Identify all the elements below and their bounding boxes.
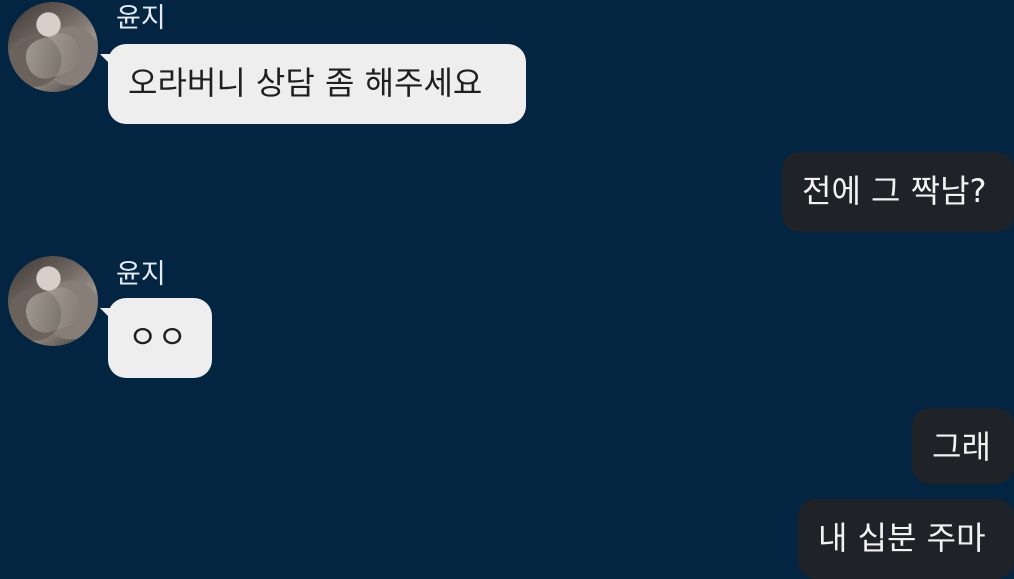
sender-name: 윤지 <box>116 259 166 290</box>
incoming-message-bubble[interactable]: ㅇㅇ <box>108 298 212 378</box>
sender-avatar[interactable] <box>8 256 98 346</box>
outgoing-message-bubble[interactable]: 전에 그 짝남? <box>782 152 1014 232</box>
incoming-message-bubble[interactable]: 오라버니 상담 좀 해주세요 <box>108 44 526 124</box>
outgoing-message-bubble[interactable]: 그래 <box>912 408 1014 484</box>
sender-avatar[interactable] <box>8 2 98 92</box>
sender-name: 윤지 <box>116 3 166 34</box>
outgoing-message-bubble[interactable]: 내 십분 주마 <box>798 499 1014 579</box>
chat-view: 윤지 오라버니 상담 좀 해주세요 전에 그 짝남? 윤지 ㅇㅇ 그래 내 십분… <box>0 0 1014 579</box>
